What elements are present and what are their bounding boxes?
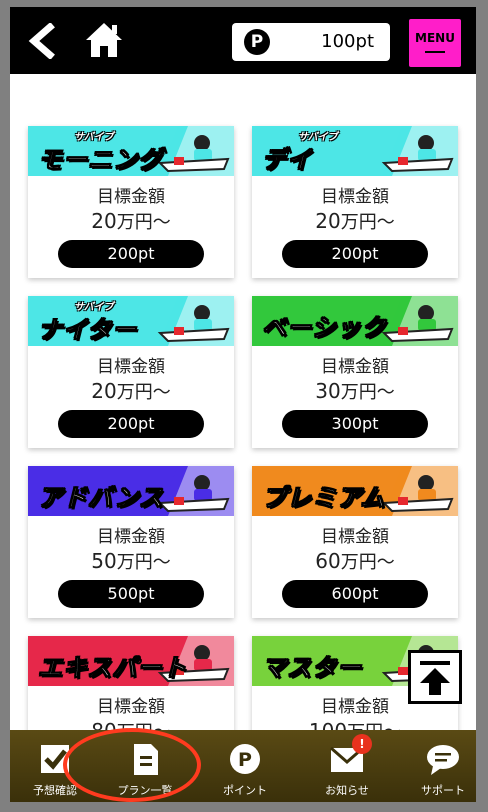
- document-icon: [134, 744, 158, 775]
- plan-banner: プレミアム: [252, 466, 458, 516]
- nav-item-chat-bubble[interactable]: サポート: [398, 730, 476, 802]
- plan-price-button[interactable]: 200pt: [58, 410, 204, 438]
- target-amount-unit: 万円〜: [116, 552, 171, 573]
- plan-banner: サバイブ モーニング: [28, 126, 234, 176]
- target-amount: 20万円〜: [252, 208, 458, 234]
- target-amount: 30万円〜: [252, 378, 458, 404]
- boat-racer-icon: [157, 305, 230, 343]
- target-amount-unit: 万円〜: [116, 382, 171, 403]
- plan-banner: サバイブ デイ: [252, 126, 458, 176]
- scroll-to-top-button[interactable]: [408, 650, 462, 704]
- plan-banner: エキスパート: [28, 636, 234, 686]
- plan-card[interactable]: サバイブ モーニング目標金額 20万円〜 200pt: [28, 126, 234, 278]
- arrow-up-icon: [420, 661, 450, 695]
- target-amount: 20万円〜: [28, 378, 234, 404]
- menu-button[interactable]: MENU: [409, 19, 461, 67]
- target-label: 目標金額: [321, 187, 389, 207]
- target-amount-number: 20: [315, 209, 341, 233]
- boat-racer-icon: [381, 475, 454, 513]
- plan-name: プレミアム: [261, 484, 386, 513]
- nav-item-mail[interactable]: お知らせ!: [302, 730, 392, 802]
- plan-card[interactable]: プレミアム目標金額 60万円〜 600pt: [252, 466, 458, 618]
- top-bar: P 100pt MENU: [10, 7, 476, 74]
- notification-badge: !: [352, 734, 372, 754]
- target-amount: 20万円〜: [28, 208, 234, 234]
- plan-card[interactable]: ベーシック目標金額 30万円〜 300pt: [252, 296, 458, 448]
- target-amount-unit: 万円〜: [340, 212, 395, 233]
- target-label: 目標金額: [97, 357, 165, 377]
- plan-name: ベーシック: [262, 314, 387, 343]
- target-amount: 60万円〜: [252, 548, 458, 574]
- nav-label: ポイント: [223, 784, 267, 797]
- menu-underline: [425, 51, 445, 53]
- plan-name: デイ: [262, 146, 312, 175]
- target-label: 目標金額: [97, 187, 165, 207]
- plan-price-button[interactable]: 500pt: [58, 580, 204, 608]
- bottom-nav: 予想確認 プラン一覧 P ポイント お知らせ! サポート: [10, 730, 476, 802]
- target-label: 目標金額: [97, 527, 165, 547]
- points-balance[interactable]: P 100pt: [232, 23, 390, 61]
- target-amount-number: 50: [91, 549, 117, 573]
- points-value: 100pt: [321, 31, 374, 52]
- target-amount: 50万円〜: [28, 548, 234, 574]
- plan-name: アドバンス: [38, 484, 164, 513]
- target-amount-unit: 万円〜: [116, 212, 171, 233]
- boat-racer-icon: [381, 135, 454, 173]
- check-icon: [41, 745, 69, 773]
- target-label: 目標金額: [321, 357, 389, 377]
- svg-text:P: P: [238, 749, 252, 771]
- plan-card[interactable]: アドバンス目標金額 50万円〜 500pt: [28, 466, 234, 618]
- target-amount-number: 20: [91, 209, 117, 233]
- nav-item-check[interactable]: 予想確認: [10, 730, 100, 802]
- plan-name: マスター: [262, 654, 362, 683]
- points-icon: P: [230, 744, 260, 774]
- nav-label: お知らせ: [325, 784, 369, 797]
- target-amount-number: 20: [91, 379, 117, 403]
- target-amount-number: 30: [315, 379, 341, 403]
- plan-list: サバイブ モーニング 目標金額 20万円〜 200pt サバイブ デイ 目標金額 20万円〜 20…: [10, 74, 476, 788]
- plan-banner: サバイブ ナイター: [28, 296, 234, 346]
- plan-name: ナイター: [37, 316, 138, 345]
- plan-price-button[interactable]: 600pt: [282, 580, 428, 608]
- target-label: 目標金額: [321, 527, 389, 547]
- target-label: 目標金額: [97, 697, 165, 717]
- nav-item-points[interactable]: P ポイント: [200, 730, 290, 802]
- chat-bubble-icon: [427, 745, 459, 775]
- plan-price-button[interactable]: 300pt: [282, 410, 428, 438]
- home-icon[interactable]: [84, 21, 124, 59]
- plan-card[interactable]: サバイブ デイ目標金額 20万円〜 200pt: [252, 126, 458, 278]
- plan-price-button[interactable]: 200pt: [58, 240, 204, 268]
- plan-price-button[interactable]: 200pt: [282, 240, 428, 268]
- target-amount-unit: 万円〜: [340, 552, 395, 573]
- nav-label: プラン一覧: [117, 784, 173, 797]
- target-amount-number: 60: [315, 549, 341, 573]
- target-amount-unit: 万円〜: [340, 382, 395, 403]
- back-arrow-icon[interactable]: [24, 23, 60, 59]
- app-frame: P 100pt MENU サバイブ モーニング 目標金額 20万円〜 200pt サバイブ…: [10, 7, 476, 802]
- menu-label: MENU: [415, 31, 455, 45]
- nav-label: サポート: [421, 784, 465, 797]
- plan-banner: アドバンス: [28, 466, 234, 516]
- plan-name: エキスパート: [37, 654, 188, 683]
- nav-label: 予想確認: [33, 784, 77, 797]
- plan-banner: ベーシック: [252, 296, 458, 346]
- points-icon: P: [244, 29, 270, 55]
- plan-card[interactable]: サバイブ ナイター目標金額 20万円〜 200pt: [28, 296, 234, 448]
- plan-name: モーニング: [38, 146, 163, 175]
- nav-item-document[interactable]: プラン一覧: [100, 730, 190, 802]
